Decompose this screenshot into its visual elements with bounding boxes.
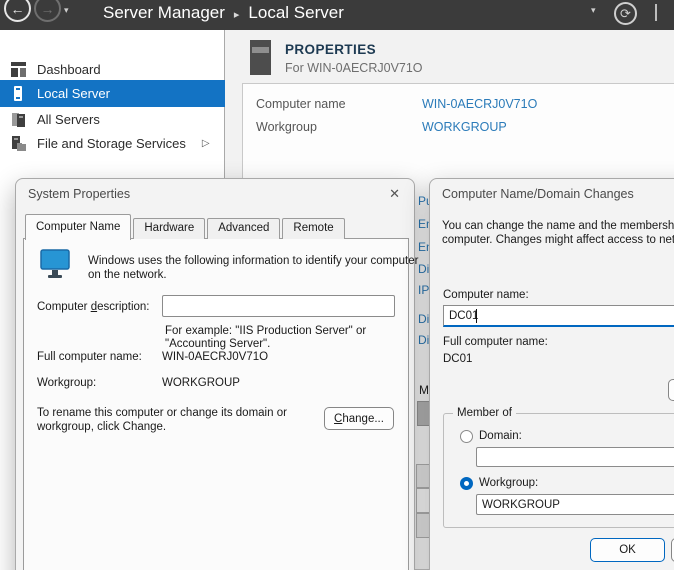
all-servers-icon: [10, 111, 27, 128]
dialog-body-line1: You can change the name and the membersh…: [442, 220, 674, 232]
computer-name-label: Computer name:: [443, 289, 529, 301]
clipped-ui-fragment: [416, 488, 430, 513]
more-button[interactable]: [668, 379, 674, 401]
file-storage-icon: [10, 135, 27, 152]
label-part: escription:: [97, 301, 149, 313]
sidebar-item-all-servers[interactable]: All Servers: [0, 107, 225, 132]
intro-text-line1: Windows uses the following information t…: [88, 255, 418, 267]
nav-history-caret-icon[interactable]: ▾: [64, 5, 69, 16]
local-server-icon: [10, 85, 27, 102]
change-button[interactable]: Change...: [324, 407, 394, 430]
dialog-title: Computer Name/Domain Changes: [442, 187, 634, 201]
workgroup-radio-label[interactable]: Workgroup:: [479, 477, 538, 489]
expand-arrow-icon[interactable]: ▷: [202, 138, 210, 149]
properties-panel-title: PROPERTIES: [285, 42, 376, 57]
computer-name-input-wrap: [443, 305, 674, 327]
breadcrumb-separator-icon: ▸: [234, 6, 240, 21]
computer-description-input[interactable]: [162, 295, 395, 317]
text-cursor: [476, 309, 477, 323]
example-text-line2: "Accounting Server".: [165, 338, 270, 350]
property-row-label: Workgroup: [256, 120, 317, 134]
refresh-icon: ⟳: [620, 6, 631, 22]
sidebar-item-label: All Servers: [37, 112, 100, 127]
computer-name-link[interactable]: WIN-0AECRJ0V71O: [422, 97, 537, 111]
workgroup-radio[interactable]: [460, 477, 473, 490]
notifications-caret-icon[interactable]: ▾: [591, 5, 596, 16]
sidebar-item-local-server[interactable]: Local Server: [0, 80, 225, 107]
domain-radio[interactable]: [460, 430, 473, 443]
clipped-ui-fragment: [416, 464, 430, 488]
full-computer-name-label: Full computer name:: [37, 351, 142, 363]
breadcrumb: Server Manager ▸ Local Server: [103, 3, 344, 23]
properties-panel-subtitle: For WIN-0AECRJ0V71O: [285, 61, 423, 75]
system-properties-dialog: System Properties ✕ Computer Name Hardwa…: [15, 178, 415, 570]
button-label-part: hange...: [342, 413, 384, 425]
breadcrumb-root[interactable]: Server Manager: [103, 3, 225, 23]
server-manager-window: ← → ▾ Server Manager ▸ Local Server ▾ ⟳ …: [0, 0, 674, 570]
ok-button[interactable]: OK: [590, 538, 665, 562]
domain-input[interactable]: [476, 447, 674, 467]
sidebar-item-label: Local Server: [37, 86, 110, 101]
dialog-title: System Properties: [28, 187, 130, 201]
full-computer-name-label: Full computer name:: [443, 336, 548, 348]
close-icon[interactable]: ✕: [389, 186, 400, 202]
workgroup-value: WORKGROUP: [162, 377, 240, 389]
back-button[interactable]: ←: [4, 0, 31, 22]
workgroup-label: Workgroup:: [37, 377, 96, 389]
rename-hint-line2: workgroup, click Change.: [37, 421, 166, 433]
sidebar-item-label: Dashboard: [37, 62, 101, 77]
monitor-icon: [40, 249, 70, 281]
forward-arrow-icon: →: [41, 1, 55, 17]
computer-description-label: Computer description:: [37, 301, 150, 313]
breadcrumb-current[interactable]: Local Server: [248, 3, 343, 23]
full-computer-name-value: DC01: [443, 353, 472, 365]
member-of-group: Member of Domain: Workgroup:: [443, 413, 674, 528]
clipped-text-fragment: M: [419, 383, 429, 397]
tab-hardware[interactable]: Hardware: [133, 218, 205, 239]
intro-text-line2: on the network.: [88, 269, 167, 281]
tab-advanced[interactable]: Advanced: [207, 218, 280, 239]
domain-radio-label[interactable]: Domain:: [479, 430, 522, 442]
sidebar-item-label: File and Storage Services: [37, 136, 186, 151]
label-part: Computer: [37, 301, 91, 313]
domain-changes-dialog: Computer Name/Domain Changes You can cha…: [429, 178, 674, 570]
example-text-line1: For example: "IIS Production Server" or: [165, 325, 366, 337]
tab-strip: Computer Name Hardware Advanced Remote: [25, 213, 347, 239]
computer-name-tab-panel: Windows uses the following information t…: [23, 238, 409, 570]
member-of-legend: Member of: [453, 407, 516, 419]
sidebar-item-dashboard[interactable]: Dashboard: [0, 57, 225, 82]
forward-button[interactable]: →: [34, 0, 61, 22]
clipped-ui-fragment: [416, 513, 430, 538]
sidebar-item-file-storage-services[interactable]: File and Storage Services ▷: [0, 131, 225, 156]
refresh-button[interactable]: ⟳: [614, 2, 637, 25]
flag-icon: [655, 4, 657, 21]
rename-hint-line1: To rename this computer or change its do…: [37, 407, 287, 419]
full-computer-name-value: WIN-0AECRJ0V71O: [162, 351, 268, 363]
workgroup-input[interactable]: [476, 494, 674, 515]
back-arrow-icon: ←: [11, 1, 25, 17]
top-bar: ← → ▾ Server Manager ▸ Local Server ▾ ⟳: [0, 0, 674, 30]
dashboard-icon: [10, 61, 27, 78]
server-tile-icon: [250, 40, 271, 75]
computer-name-input[interactable]: [443, 305, 674, 327]
workgroup-link[interactable]: WORKGROUP: [422, 120, 507, 134]
dialog-body-line2: computer. Changes might affect access to…: [442, 234, 674, 246]
property-row-label: Computer name: [256, 97, 346, 111]
tab-remote[interactable]: Remote: [282, 218, 344, 239]
tab-computer-name[interactable]: Computer Name: [25, 214, 131, 240]
